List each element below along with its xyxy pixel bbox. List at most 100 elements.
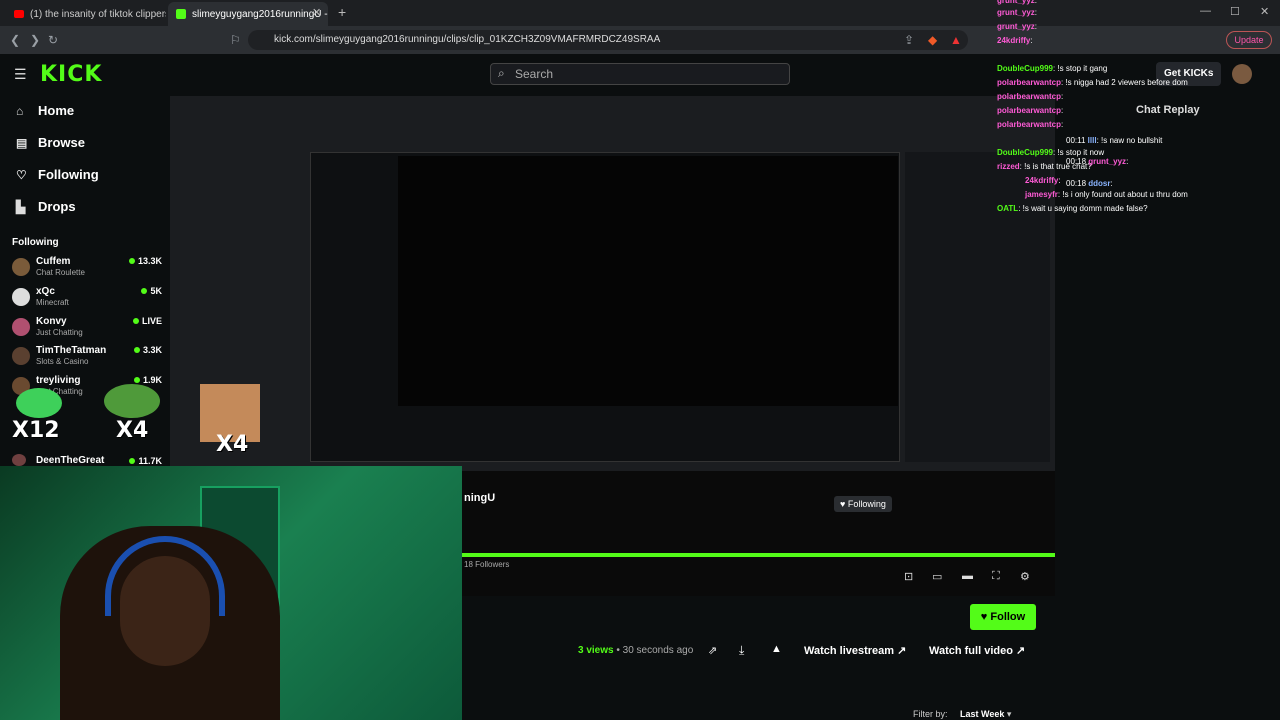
viewer-count: 11.7K — [129, 456, 162, 466]
following-item[interactable]: Cuffem Chat Roulette 13.3K — [12, 256, 162, 284]
fullscreen-icon[interactable]: ⛶ — [992, 570, 1000, 583]
channel-category: Minecraft — [36, 298, 69, 307]
avatar — [12, 288, 30, 306]
sidebar-item-drops[interactable]: ▙ Drops — [16, 199, 76, 214]
replay-line: 00:18 ddosr: — [1066, 179, 1113, 188]
settings-icon[interactable]: ⚙ — [1020, 570, 1030, 583]
kick-logo[interactable]: KICK — [40, 62, 102, 87]
download-icon[interactable]: ⤓ — [739, 643, 744, 658]
share-icon[interactable]: ⇪ — [904, 26, 914, 54]
live-dot-icon — [133, 347, 140, 353]
avatar — [12, 318, 30, 336]
chat-message: 24kdriffy: — [1025, 176, 1061, 185]
tab-title: (1) the insanity of tiktok clippers 💔 — [30, 8, 166, 20]
chat-message: grunt_yyz: — [997, 22, 1038, 31]
nav-label: Following — [38, 167, 99, 182]
home-icon: ⌂ — [16, 103, 24, 118]
url-input[interactable]: kick.com/slimeyguygang2016runningu/clips… — [248, 30, 968, 50]
close-tab-icon[interactable]: ✕ — [312, 6, 321, 19]
chat-message: jamesyfr: !s i only found out about u th… — [1025, 190, 1188, 199]
rewards-icon[interactable]: ▲ — [950, 26, 962, 54]
viewer-count: 5K — [141, 286, 162, 296]
search-input[interactable]: Search — [490, 63, 790, 85]
chat-message: polarbearwantcp: — [997, 92, 1064, 101]
nav-label: Drops — [38, 199, 76, 214]
tab-title: slimeyguygang2016runningU - — [192, 8, 328, 20]
tab-youtube[interactable]: (1) the insanity of tiktok clippers 💔 — [6, 2, 166, 26]
follow-button[interactable]: ♥ Follow — [970, 604, 1036, 630]
kick-favicon-icon — [176, 9, 186, 19]
watch-livestream-link[interactable]: Watch livestream ↗ — [804, 644, 906, 657]
search-icon: ⌕ — [498, 66, 505, 80]
channel-name: TimTheTatman — [36, 345, 107, 356]
avatar — [12, 454, 26, 466]
channel-category: Just Chatting — [36, 328, 83, 337]
chat-message: OATL: !s wait u saying domm made false? — [997, 204, 1148, 213]
chat-message: polarbearwantcp: — [997, 106, 1064, 115]
channel-category: Slots & Casino — [36, 357, 89, 366]
back-icon[interactable]: ❮ — [10, 26, 20, 54]
watch-full-video-link[interactable]: Watch full video ↗ — [929, 644, 1025, 657]
following-button[interactable]: ♥ Following — [834, 496, 892, 512]
share-icon[interactable]: ⇗ — [708, 644, 717, 657]
filter-select[interactable]: Last Week — [960, 709, 1004, 719]
external-link-icon: ↗ — [897, 645, 907, 657]
nested-video — [398, 156, 898, 406]
channel-name: xQc — [36, 286, 55, 297]
sidebar-item-home[interactable]: ⌂ Home — [16, 103, 74, 118]
replay-line: 00:18 grunt_yyz: — [1066, 157, 1129, 166]
filter-label: Filter by: — [913, 709, 948, 719]
youtube-icon — [14, 10, 24, 18]
chat-message: polarbearwantcp: !s nigga had 2 viewers … — [997, 78, 1188, 87]
following-item[interactable]: Konvy Just Chatting LIVE — [12, 316, 162, 344]
avatar — [12, 347, 30, 365]
pip-icon[interactable]: ▬ — [962, 570, 973, 582]
channel-name: DeenTheGreat — [36, 455, 105, 466]
viewer-count: 13.3K — [128, 256, 162, 266]
tab-kick[interactable]: slimeyguygang2016runningU - — [168, 2, 328, 26]
live-dot-icon — [133, 377, 140, 383]
following-heading: Following — [12, 237, 59, 248]
drops-icon: ▙ — [16, 199, 26, 214]
chat-message: 24kdriffy: — [997, 36, 1033, 45]
progress-bar[interactable] — [462, 553, 1055, 557]
following-item[interactable]: TimTheTatman Slots & Casino 3.3K — [12, 345, 162, 373]
followers-count: 18 Followers — [464, 560, 510, 569]
chat-message: DoubleCup999: !s stop it gang — [997, 64, 1108, 73]
pepe-emote-icon — [104, 384, 160, 418]
pepe-emote-icon — [16, 388, 62, 418]
filter-bar: Filter by: Last Week ▾ — [913, 709, 1011, 720]
avatar — [12, 258, 30, 276]
live-dot-icon — [141, 288, 148, 294]
emote-multiplier: X4 — [116, 418, 149, 443]
webcam-overlay — [0, 466, 462, 720]
browse-icon: ▤ — [16, 135, 28, 150]
sidebar: ⌂ Home ▤ Browse ♡ Following ▙ Drops Followin… — [0, 96, 170, 466]
chat-message: grunt_yyz: — [997, 8, 1038, 17]
bookmark-icon[interactable]: ⚐ — [230, 26, 241, 54]
clip-meta: 3 views • 30 seconds ago — [578, 645, 694, 656]
sidebar-item-following[interactable]: ♡ Following — [16, 167, 99, 182]
brave-shield-icon[interactable]: ◆ — [928, 26, 937, 54]
sidebar-item-browse[interactable]: ▤ Browse — [16, 135, 85, 150]
viewer-count: 3.3K — [133, 345, 162, 355]
emote-multiplier: X4 — [216, 432, 249, 457]
menu-icon[interactable]: ☰ — [14, 66, 27, 83]
chat-replay-title: Chat Replay — [1136, 104, 1200, 116]
reload-icon[interactable]: ↻ — [48, 26, 58, 54]
report-icon[interactable]: ▲ — [771, 643, 782, 655]
chat-message: polarbearwantcp: — [997, 120, 1064, 129]
live-dot-icon — [129, 458, 136, 464]
captions-icon[interactable]: ▭ — [932, 570, 942, 583]
nav-label: Home — [38, 103, 75, 118]
following-item[interactable]: DeenTheGreat 11.7K — [12, 454, 162, 466]
chevron-down-icon: ▾ — [1006, 709, 1012, 719]
replay-line: 00:11 llll: !s naw no bullshit — [1066, 136, 1163, 145]
forward-icon[interactable]: ❯ — [30, 26, 40, 54]
theater-icon[interactable]: ⊡ — [904, 570, 913, 583]
new-tab-icon[interactable]: + — [338, 4, 346, 20]
following-item[interactable]: xQc Minecraft 5K — [12, 286, 162, 314]
live-dot-icon — [128, 258, 135, 264]
nav-label: Browse — [38, 135, 85, 150]
streamer-name[interactable]: ningU — [464, 492, 495, 504]
